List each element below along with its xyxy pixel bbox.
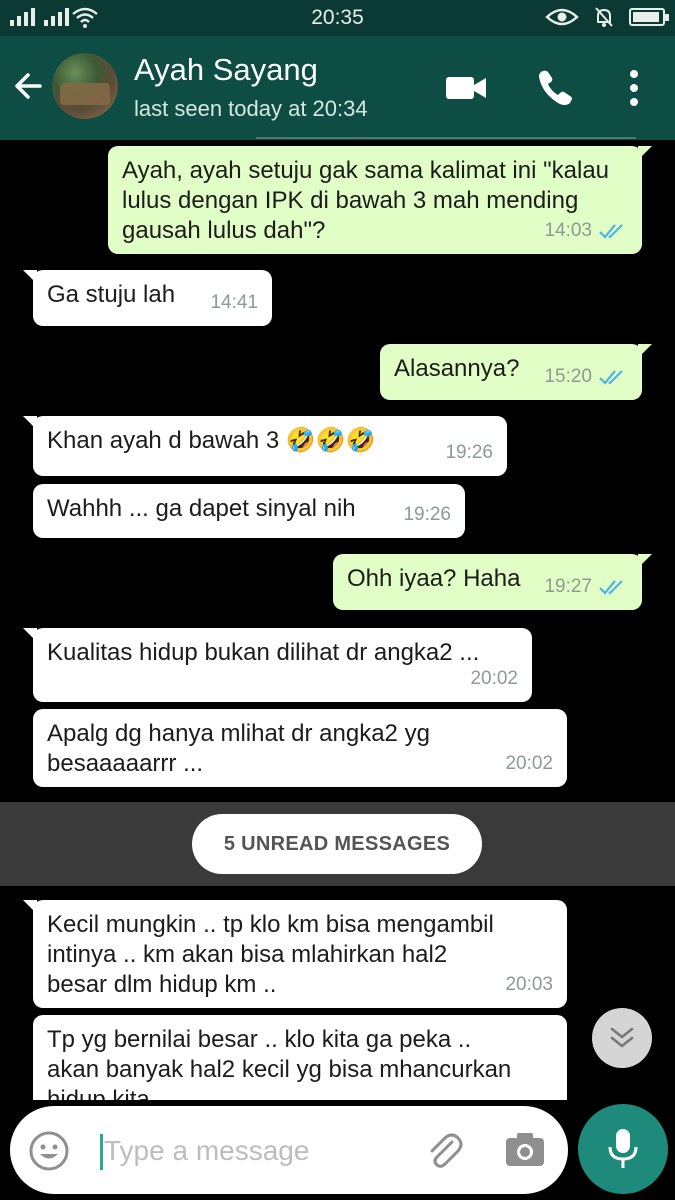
message-incoming[interactable]: Khan ayah d bawah 3 🤣🤣🤣 19:26 [23,416,507,476]
message-input-bar [0,1100,675,1200]
voice-message-button[interactable] [578,1104,668,1194]
message-incoming[interactable]: Apalg dg hanya mlihat dr angka2 yg besaa… [33,709,567,787]
message-outgoing[interactable]: Ayah, ayah setuju gak sama kalimat ini "… [108,146,652,254]
microphone-icon [608,1129,638,1168]
unread-messages-label: 5 UNREAD MESSAGES [192,814,482,874]
message-incoming[interactable]: Kecil mungkin .. tp klo km bisa mengambi… [23,900,567,1008]
message-time: 14:41 [210,292,258,313]
double-chevron-down-icon [610,1027,634,1048]
message-text: Kualitas hidup bukan dilihat dr angka2 .… [47,639,480,666]
scroll-to-bottom-button[interactable] [592,1008,652,1068]
message-time: 19:26 [403,504,451,525]
camera-icon[interactable] [504,1130,546,1170]
emoji-icon[interactable] [28,1130,70,1172]
message-text: Apalg dg hanya mlihat dr angka2 yg besaa… [47,720,437,777]
last-seen-status: last seen today at 20:34 [134,96,368,121]
message-text: Kecil mungkin .. tp klo km bisa mengambi… [47,911,501,998]
contact-name[interactable]: Ayah Sayang [134,52,318,88]
message-time: 20:02 [470,668,518,689]
chat-header: Ayah Sayang last seen today at 20:34 [0,36,675,140]
eye-icon [545,8,579,26]
message-input[interactable] [104,1126,404,1176]
message-time: 19:27 [544,576,592,597]
message-text: Tp yg bernilai besar .. klo kita ga peka… [47,1026,518,1100]
attachment-icon[interactable] [422,1128,466,1172]
chat-area[interactable]: Ayah, ayah setuju gak sama kalimat ini "… [0,140,675,1100]
unread-divider: 5 UNREAD MESSAGES [0,802,675,886]
message-text: Khan ayah d bawah 3 🤣🤣🤣 [47,427,376,454]
message-incoming[interactable]: Ga stuju lah 14:41 [23,270,272,326]
message-time: 20:03 [505,974,553,995]
text-caret [100,1134,103,1170]
message-input-box[interactable] [10,1106,568,1194]
read-ticks-icon [599,370,623,385]
video-call-icon[interactable] [444,66,488,110]
message-time: 14:03 [544,220,592,241]
header-divider [256,137,636,139]
read-ticks-icon [599,580,623,595]
message-outgoing[interactable]: Ohh iyaa? Haha 19:27 [333,554,652,610]
more-options-icon[interactable] [612,66,656,110]
battery-icon [629,8,669,26]
read-ticks-icon [599,224,623,239]
status-bar: 20:35 [0,0,675,36]
message-time: 15:20 [544,366,592,387]
message-incoming[interactable]: Tp yg bernilai besar .. klo kita ga peka… [33,1015,567,1100]
contact-avatar[interactable] [52,53,118,119]
notifications-muted-icon [595,7,613,27]
message-incoming[interactable]: Wahhh ... ga dapet sinyal nih 19:26 [33,484,465,538]
message-time: 20:02 [505,753,553,774]
back-arrow-icon[interactable] [10,66,50,106]
message-text: Wahhh ... ga dapet sinyal nih [47,495,356,522]
message-time: 19:26 [445,442,493,463]
message-outgoing[interactable]: Alasannya? 15:20 [380,344,652,400]
phone-call-icon[interactable] [534,66,578,110]
message-incoming[interactable]: Kualitas hidup bukan dilihat dr angka2 .… [23,628,532,702]
